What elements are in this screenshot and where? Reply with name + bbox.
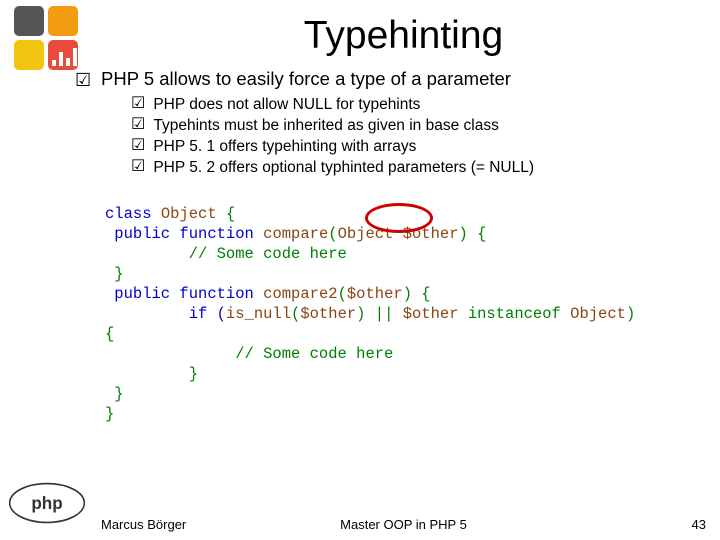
yellow-square-icon: [14, 40, 44, 70]
check-icon: ☑: [75, 70, 91, 91]
code-kw: public function: [105, 225, 263, 243]
code-punc: (: [328, 225, 337, 243]
code-punc: {: [105, 325, 114, 343]
list-text: PHP does not allow NULL for typehints: [153, 94, 420, 115]
list-text: Typehints must be inherited as given in …: [153, 115, 499, 136]
code-punc: ) ||: [356, 305, 403, 323]
red-square-icon: [48, 40, 78, 70]
code-punc: (: [338, 285, 347, 303]
list-item: ☑ PHP 5. 1 offers typehinting with arrays: [131, 136, 706, 157]
orange-square-icon: [48, 6, 78, 36]
check-icon: ☑: [131, 157, 145, 178]
code-kw: if (: [105, 305, 226, 323]
grey-square-icon: [14, 6, 44, 36]
check-icon: ☑: [131, 115, 145, 136]
highlight-circle-icon: [365, 203, 433, 233]
code-punc: ): [626, 305, 635, 323]
code-param: $other: [347, 285, 403, 303]
code-comment: // Some code here: [105, 345, 393, 363]
footer: Marcus Börger Master OOP in PHP 5 43: [101, 517, 706, 532]
page-title: Typehinting: [101, 8, 706, 68]
code-id: is_null: [226, 305, 291, 323]
code-comment: // Some code here: [105, 245, 347, 263]
list-item: ☑ PHP does not allow NULL for typehints: [131, 94, 706, 115]
code-kw: instanceof: [468, 305, 570, 323]
bars-icon: [52, 48, 84, 66]
list-item: ☑ PHP 5. 2 offers optional typhinted para…: [131, 157, 706, 178]
lead-row: ☑ PHP 5 allows to easily force a type of…: [101, 68, 706, 90]
slide-page: php Typehinting ☑ PHP 5 allows to easily…: [0, 0, 720, 540]
code-punc: {: [226, 205, 235, 223]
list-text: PHP 5. 1 offers typehinting with arrays: [153, 136, 416, 157]
code-id: compare: [263, 225, 328, 243]
code-kw: public function: [105, 285, 263, 303]
code-param: $other: [300, 305, 356, 323]
code-punc: }: [105, 365, 198, 383]
list-text: PHP 5. 2 offers optional typhinted param…: [153, 157, 534, 178]
php-logo-icon: php: [8, 482, 86, 524]
code-id: compare2: [263, 285, 337, 303]
code-punc: }: [105, 385, 124, 403]
check-icon: ☑: [131, 136, 145, 157]
code-punc: }: [105, 405, 114, 423]
code-punc: (: [291, 305, 300, 323]
code-param: $other: [403, 305, 468, 323]
code-block: class Object { public function compare(O…: [105, 184, 706, 464]
code-kw: class: [105, 205, 161, 223]
code-punc: ) {: [403, 285, 431, 303]
code-id: Object: [161, 205, 226, 223]
code-punc: ) {: [459, 225, 487, 243]
footer-page-number: 43: [692, 517, 706, 532]
logo-grid-icon: [14, 6, 80, 72]
code-punc: }: [105, 265, 124, 283]
lead-text: PHP 5 allows to easily force a type of a…: [101, 68, 706, 90]
check-icon: ☑: [131, 94, 145, 115]
content-area: Typehinting ☑ PHP 5 allows to easily for…: [95, 0, 720, 540]
footer-author: Marcus Börger: [101, 517, 186, 532]
sub-list: ☑ PHP does not allow NULL for typehints ☑…: [131, 94, 706, 178]
footer-title: Master OOP in PHP 5: [340, 517, 467, 532]
svg-text:php: php: [31, 494, 62, 513]
list-item: ☑ Typehints must be inherited as given in…: [131, 115, 706, 136]
code-id: Object: [570, 305, 626, 323]
